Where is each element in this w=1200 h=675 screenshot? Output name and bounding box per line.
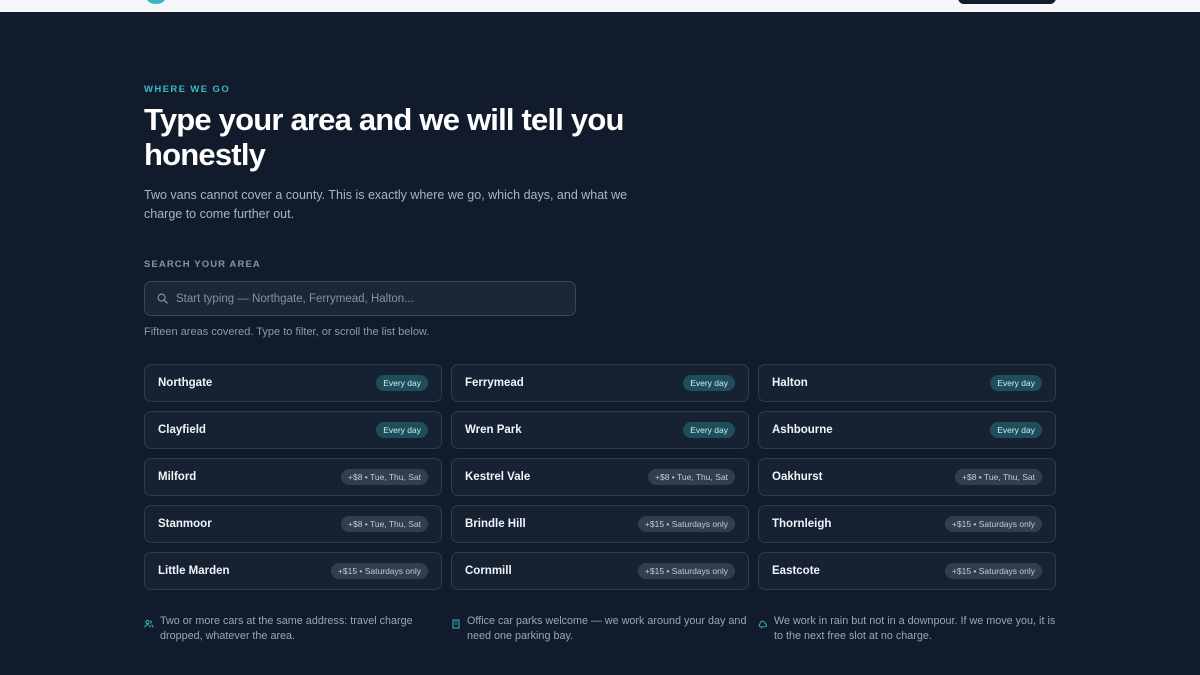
area-card[interactable]: Ferrymead Every day xyxy=(451,364,749,402)
top-nav-bar xyxy=(0,0,1200,12)
schedule-badge: Every day xyxy=(990,422,1042,438)
schedule-badge: +$8 • Tue, Thu, Sat xyxy=(341,516,428,532)
schedule-badge: +$15 • Saturdays only xyxy=(330,563,428,579)
area-card[interactable]: Kestrel Vale +$8 • Tue, Thu, Sat xyxy=(451,458,749,496)
schedule-badge: Every day xyxy=(683,375,735,391)
coverage-note: Two or more cars at the same address: tr… xyxy=(144,614,442,644)
search-label: SEARCH YOUR AREA xyxy=(144,259,261,270)
search-field[interactable] xyxy=(144,281,576,316)
area-card[interactable]: Northgate Every day xyxy=(144,364,442,402)
section-description: Two vans cannot cover a county. This is … xyxy=(144,188,628,221)
area-card[interactable]: Milford +$8 • Tue, Thu, Sat xyxy=(144,458,442,496)
schedule-badge: +$8 • Tue, Thu, Sat xyxy=(341,469,428,485)
area-name: Milford xyxy=(158,471,197,483)
building-icon xyxy=(451,616,461,629)
note-text: We work in rain but not in a downpour. I… xyxy=(774,615,1056,642)
search-hint: Fifteen areas covered. Type to filter, o… xyxy=(144,326,430,338)
area-card[interactable]: Brindle Hill +$15 • Saturdays only xyxy=(451,505,749,543)
nav-cta-button[interactable] xyxy=(958,0,1056,4)
area-card[interactable]: Ashbourne Every day xyxy=(758,411,1056,449)
schedule-badge: +$8 • Tue, Thu, Sat xyxy=(648,469,735,485)
people-icon xyxy=(144,616,154,628)
area-card[interactable]: Thornleigh +$15 • Saturdays only xyxy=(758,505,1056,543)
area-card[interactable]: Halton Every day xyxy=(758,364,1056,402)
area-name: Thornleigh xyxy=(772,518,832,530)
area-name: Little Marden xyxy=(158,565,230,577)
coverage-notes: Two or more cars at the same address: tr… xyxy=(144,614,1056,644)
area-name: Northgate xyxy=(158,377,213,389)
page-title: Type your area and we will tell you hone… xyxy=(144,102,624,172)
area-name: Wren Park xyxy=(465,424,522,436)
schedule-badge: +$15 • Saturdays only xyxy=(637,563,735,579)
schedule-badge: +$15 • Saturdays only xyxy=(944,563,1042,579)
area-grid: Northgate Every day Ferrymead Every day Halt… xyxy=(144,364,1056,590)
schedule-badge: Every day xyxy=(990,375,1042,391)
area-name: Halton xyxy=(772,377,808,389)
area-name: Oakhurst xyxy=(772,471,823,483)
area-card[interactable]: Stanmoor +$8 • Tue, Thu, Sat xyxy=(144,505,442,543)
area-name: Clayfield xyxy=(158,424,206,436)
area-name: Brindle Hill xyxy=(465,518,526,530)
note-text: Two or more cars at the same address: tr… xyxy=(160,615,413,642)
area-card[interactable]: Wren Park Every day xyxy=(451,411,749,449)
schedule-badge: Every day xyxy=(376,375,428,391)
rain-icon xyxy=(758,616,768,629)
section-eyebrow: WHERE WE GO xyxy=(144,84,231,95)
area-card[interactable]: Cornmill +$15 • Saturdays only xyxy=(451,552,749,590)
area-name: Eastcote xyxy=(772,565,820,577)
schedule-badge: +$15 • Saturdays only xyxy=(944,516,1042,532)
coverage-note: Office car parks welcome — we work aroun… xyxy=(451,614,749,644)
area-card[interactable]: Little Marden +$15 • Saturdays only xyxy=(144,552,442,590)
schedule-badge: +$8 • Tue, Thu, Sat xyxy=(955,469,1042,485)
schedule-badge: Every day xyxy=(376,422,428,438)
schedule-badge: Every day xyxy=(683,422,735,438)
area-name: Cornmill xyxy=(465,565,512,577)
brand-logo[interactable] xyxy=(146,0,166,4)
area-name: Kestrel Vale xyxy=(465,471,531,483)
search-input[interactable] xyxy=(176,292,566,305)
search-icon xyxy=(157,293,168,304)
area-card[interactable]: Eastcote +$15 • Saturdays only xyxy=(758,552,1056,590)
area-card[interactable]: Clayfield Every day xyxy=(144,411,442,449)
coverage-note: We work in rain but not in a downpour. I… xyxy=(758,614,1056,644)
area-name: Ferrymead xyxy=(465,377,524,389)
area-name: Stanmoor xyxy=(158,518,212,530)
schedule-badge: +$15 • Saturdays only xyxy=(637,516,735,532)
area-card[interactable]: Oakhurst +$8 • Tue, Thu, Sat xyxy=(758,458,1056,496)
note-text: Office car parks welcome — we work aroun… xyxy=(467,615,747,642)
area-name: Ashbourne xyxy=(772,424,833,436)
